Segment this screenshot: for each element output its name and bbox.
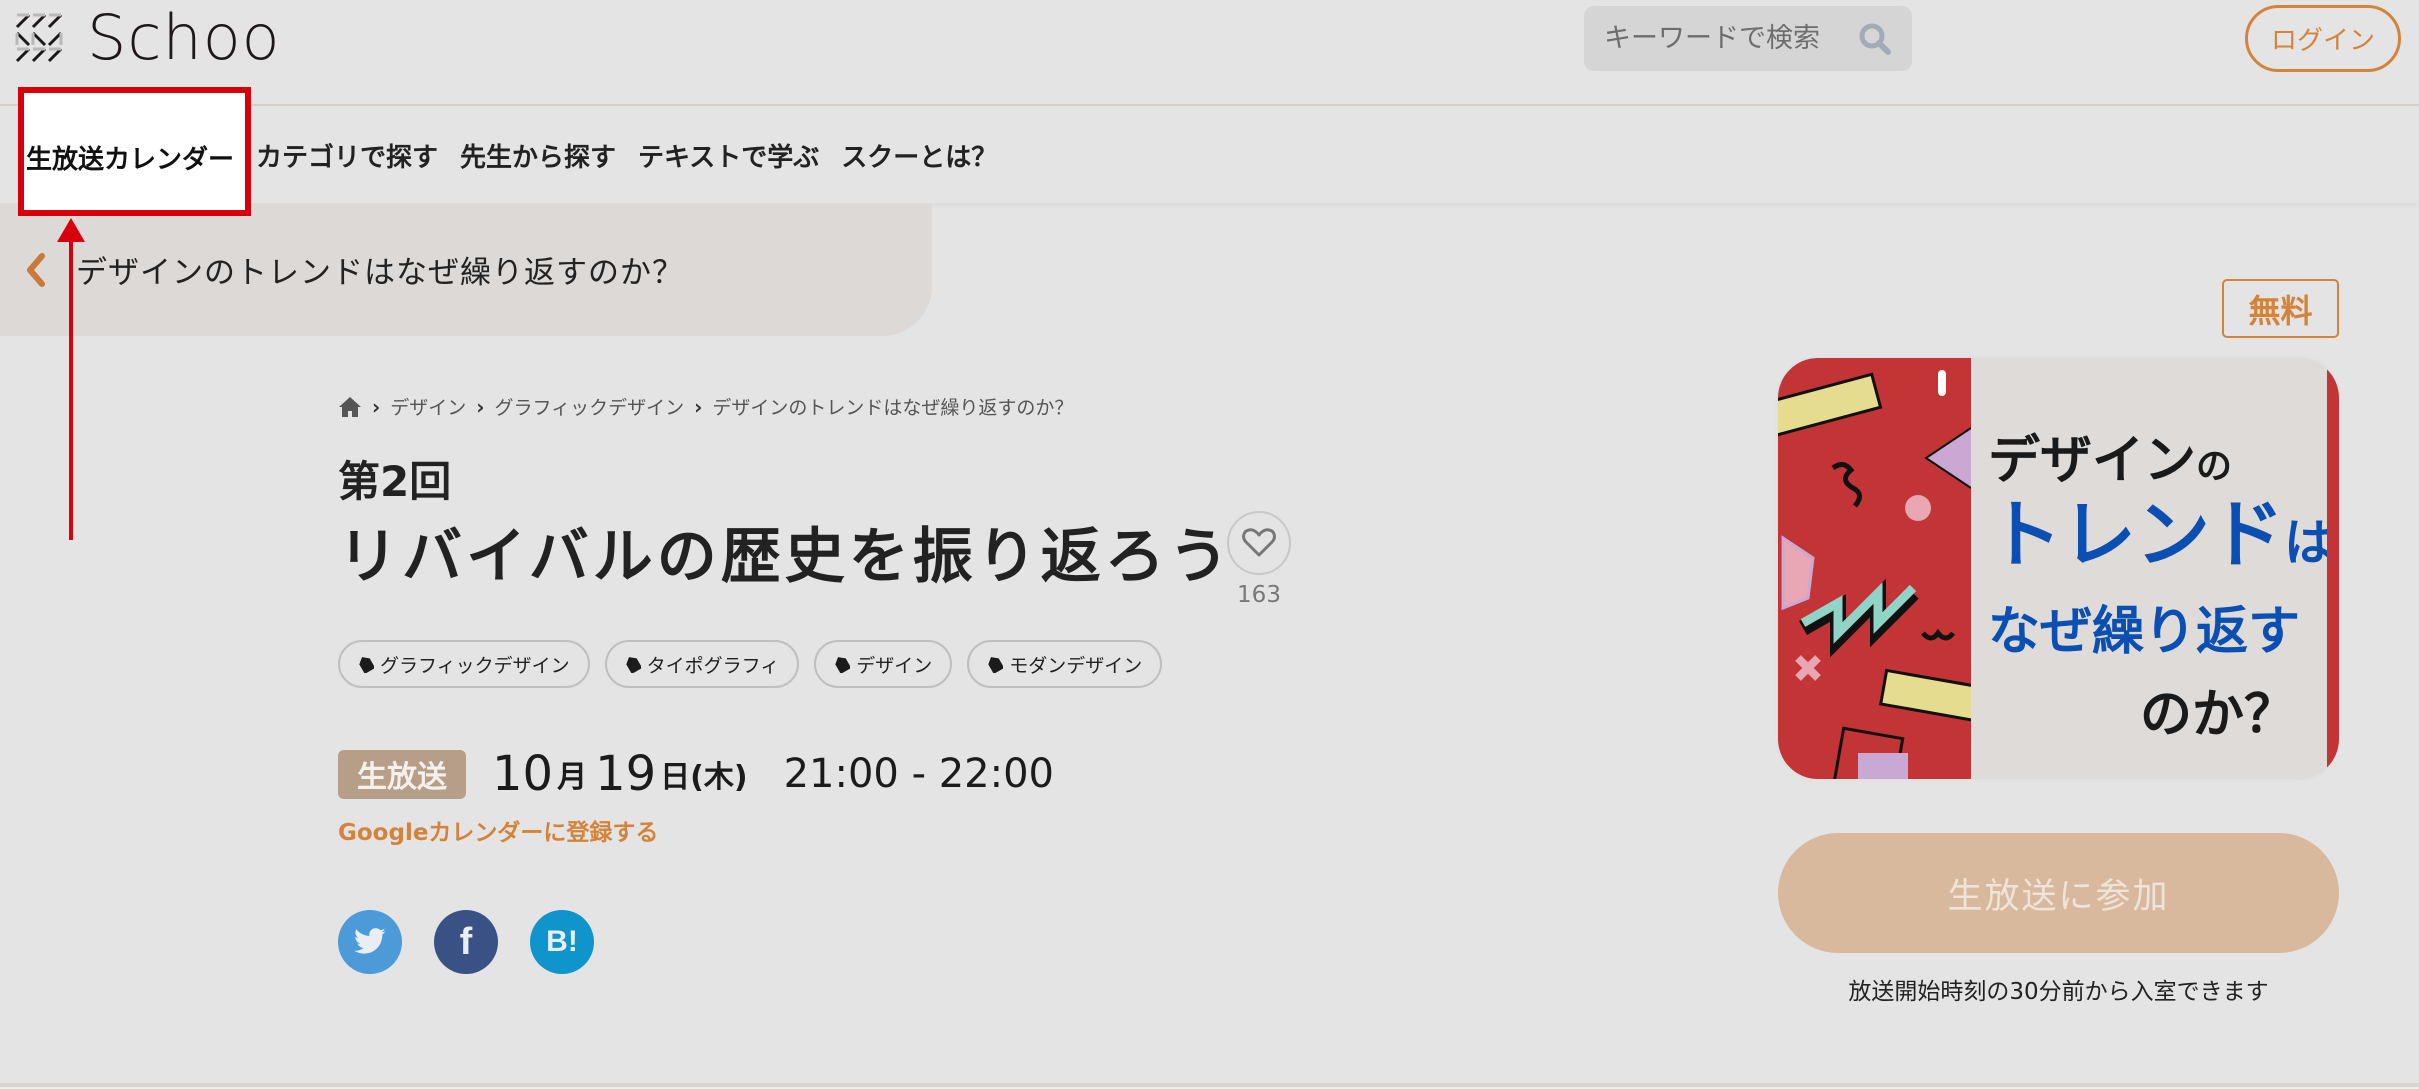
- logo[interactable]: Schoo: [15, 1, 281, 74]
- favorite-button[interactable]: [1227, 511, 1291, 575]
- series-title[interactable]: デザインのトレンドはなぜ繰り返すのか？: [76, 247, 684, 292]
- tag[interactable]: グラフィックデザイン: [338, 640, 590, 688]
- facebook-icon: f: [459, 920, 473, 963]
- breadcrumb-item[interactable]: デザイン: [390, 393, 466, 420]
- thumbnail-line-1-main: デザイン: [1988, 431, 2197, 491]
- search-icon[interactable]: [1858, 22, 1892, 56]
- nav-item-about[interactable]: スクーとは？: [841, 137, 997, 174]
- tag-icon: [625, 657, 641, 673]
- join-note: 放送開始時刻の30分前から入室できます: [1848, 979, 2269, 1005]
- login-button[interactable]: ログイン: [2245, 5, 2401, 72]
- hatena-bookmark-button[interactable]: B!: [530, 910, 594, 974]
- lesson-title: リバイバルの歴史を振り返ろう: [338, 522, 1233, 592]
- facebook-share-button[interactable]: f: [434, 910, 498, 974]
- thumbnail-line-4: のか？: [2139, 685, 2296, 745]
- thumbnail-edge: [2327, 358, 2339, 779]
- join-live-button[interactable]: 生放送に参加: [1778, 833, 2339, 953]
- free-badge: 無料: [2222, 279, 2339, 338]
- tag-icon: [835, 657, 851, 673]
- series-back-banner[interactable]: デザインのトレンドはなぜ繰り返すのか？: [0, 203, 932, 336]
- thumbnail-line-3: なぜ繰り返す: [1988, 602, 2301, 662]
- thumbnail-line-2: トレンドは: [1988, 492, 2334, 585]
- login-area: ログイン: [1923, 5, 2401, 72]
- tag-label: グラフィックデザイン: [380, 654, 570, 677]
- thumbnail-line-2-main: トレンド: [1988, 492, 2284, 578]
- memphis-pattern-illustration: [1778, 370, 1982, 779]
- live-badge: 生放送: [338, 749, 466, 799]
- nav-item-live-calendar-label: 生放送カレンダー: [26, 145, 235, 175]
- date-day: 19: [595, 746, 657, 802]
- tag-list: グラフィックデザイン タイポグラフィ デザイン モダンデザイン: [338, 640, 1163, 688]
- favorite-count: 163: [1237, 582, 1281, 608]
- home-icon[interactable]: [338, 396, 362, 418]
- broadcast-schedule: 生放送 10 月 19 日(木) 21:00 - 22:00: [338, 746, 1054, 802]
- hatena-bookmark-icon: B!: [546, 925, 578, 958]
- tag[interactable]: デザイン: [814, 640, 953, 688]
- tag-icon: [359, 657, 374, 673]
- logo-text: Schoo: [87, 1, 281, 74]
- tag[interactable]: モダンデザイン: [967, 640, 1163, 688]
- tag-label: タイポグラフィ: [646, 654, 780, 677]
- thumbnail-pattern: [1778, 358, 1982, 779]
- chevron-left-icon[interactable]: [22, 250, 48, 290]
- course-thumbnail: デザインの トレンドは なぜ繰り返す のか？: [1778, 358, 2339, 779]
- broadcast-time: 21:00 - 22:00: [783, 751, 1054, 797]
- google-calendar-link[interactable]: Googleカレンダーに登録する: [338, 813, 658, 847]
- tag-icon: [988, 657, 1004, 673]
- page-bottom-divider: [0, 1083, 2419, 1089]
- episode-number: 第2回: [338, 457, 452, 506]
- thumbnail-text: デザインの トレンドは なぜ繰り返す のか？: [1988, 418, 2334, 747]
- nav-item-live-calendar[interactable]: 生放送カレンダー: [18, 87, 251, 216]
- tag[interactable]: タイポグラフィ: [604, 640, 800, 688]
- date-month-unit: 月: [557, 760, 588, 795]
- tag-label: デザイン: [856, 654, 933, 677]
- breadcrumb-item[interactable]: デザインのトレンドはなぜ繰り返すのか？: [712, 393, 1073, 420]
- search-input[interactable]: [1604, 23, 1858, 54]
- twitter-share-button[interactable]: [338, 910, 402, 974]
- site-header: Schoo ログイン: [0, 0, 2419, 106]
- annotation-arrow-line: [69, 222, 73, 540]
- logo-mark-icon: [15, 13, 63, 63]
- thumbnail-line-1-small: の: [2196, 446, 2233, 487]
- twitter-icon: [354, 928, 386, 954]
- date-day-unit: 日(木): [660, 760, 748, 795]
- tag-label: モダンデザイン: [1009, 654, 1143, 677]
- main-nav: 生放送カレンダー カテゴリで探す 先生から探す テキストで学ぶ スクーとは？: [0, 108, 2419, 203]
- nav-item-teachers[interactable]: 先生から探す: [460, 137, 616, 174]
- nav-item-category[interactable]: カテゴリで探す: [256, 137, 438, 174]
- breadcrumb: › デザイン › グラフィックデザイン › デザインのトレンドはなぜ繰り返すのか…: [338, 393, 1073, 420]
- nav-item-text-learning[interactable]: テキストで学ぶ: [638, 137, 819, 174]
- share-buttons: f B!: [338, 910, 594, 974]
- heart-icon: [1242, 528, 1276, 557]
- breadcrumb-item[interactable]: グラフィックデザイン: [495, 393, 685, 420]
- date-month: 10: [492, 746, 554, 802]
- thumbnail-line-1: デザインの: [1988, 418, 2318, 493]
- chevron-right-icon: ›: [694, 394, 703, 419]
- chevron-right-icon: ›: [372, 394, 381, 419]
- search-box[interactable]: [1584, 6, 1912, 71]
- chevron-right-icon: ›: [476, 394, 485, 419]
